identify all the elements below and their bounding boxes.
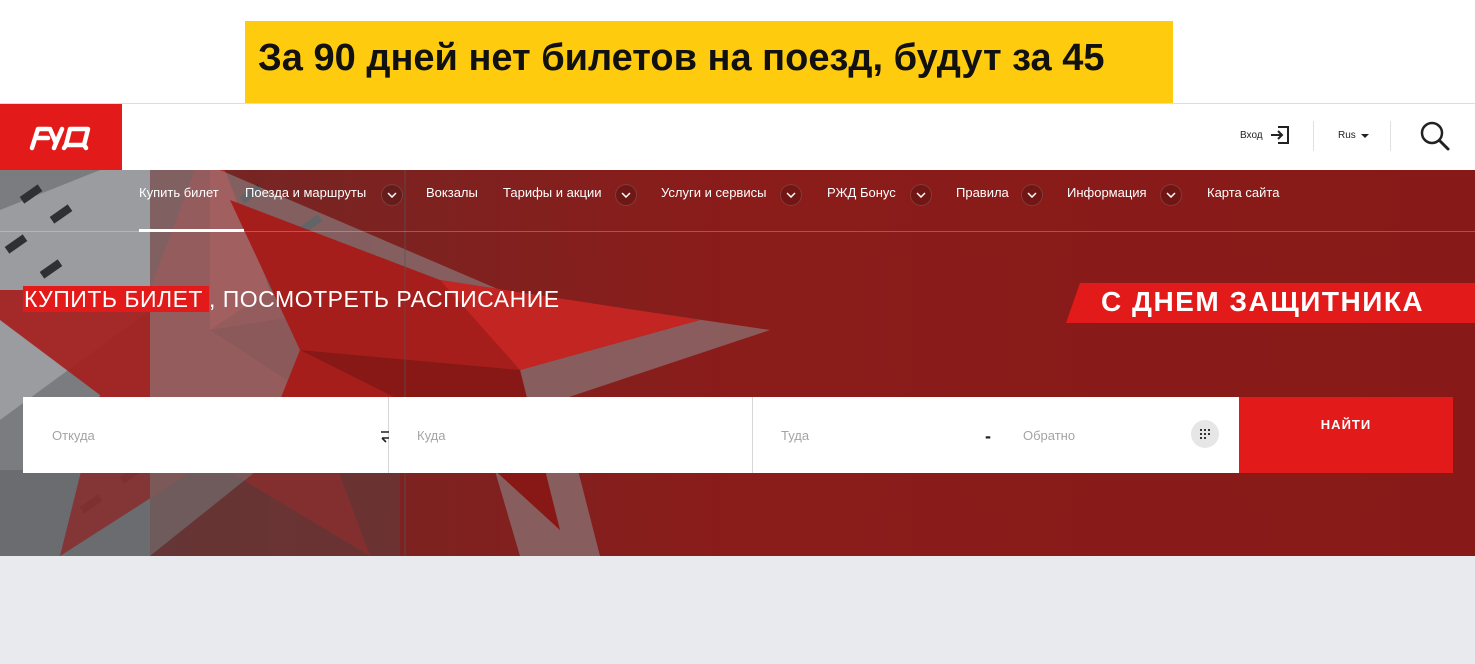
nav-item-sitemap[interactable]: Карта сайта bbox=[1207, 185, 1279, 200]
chevron-down-icon[interactable] bbox=[381, 184, 403, 206]
nav-active-indicator bbox=[139, 229, 244, 232]
rzd-logo[interactable] bbox=[0, 104, 122, 170]
nav-item-rules[interactable]: Правила bbox=[956, 185, 1009, 200]
promo-text: С ДНЕМ ЗАЩИТНИКА bbox=[1101, 286, 1425, 317]
hero-title: КУПИТЬ БИЛЕТ, ПОСМОТРЕТЬ РАСПИСАНИЕ bbox=[23, 286, 560, 313]
nav-item-info[interactable]: Информация bbox=[1067, 185, 1147, 200]
to-placeholder: Куда bbox=[417, 428, 446, 443]
chevron-down-icon[interactable] bbox=[780, 184, 802, 206]
caret-down-icon bbox=[1360, 133, 1369, 138]
nav-item-services[interactable]: Услуги и сервисы bbox=[661, 185, 766, 200]
date-there-placeholder: Туда bbox=[781, 428, 810, 443]
nav-item-stations[interactable]: Вокзалы bbox=[426, 185, 478, 200]
hero-title-highlight: КУПИТЬ БИЛЕТ bbox=[23, 286, 209, 312]
search-icon[interactable] bbox=[1419, 120, 1451, 152]
login-icon bbox=[1270, 126, 1289, 144]
nav-item-bonus[interactable]: РЖД Бонус bbox=[827, 185, 896, 200]
date-back-placeholder: Обратно bbox=[1023, 428, 1076, 443]
nav-item-buy-ticket[interactable]: Купить билет bbox=[139, 185, 219, 200]
header-divider bbox=[1313, 121, 1314, 151]
calendar-button[interactable] bbox=[1191, 420, 1219, 448]
main-nav: Купить билет Поезда и маршруты Вокзалы Т… bbox=[0, 170, 1475, 232]
from-placeholder: Откуда bbox=[52, 428, 95, 443]
to-field[interactable]: Куда bbox=[389, 397, 753, 473]
caption-area: За 90 дней нет билетов на поезд, будут з… bbox=[0, 0, 1475, 105]
nav-item-tariffs[interactable]: Тарифы и акции bbox=[503, 185, 602, 200]
calendar-grid-icon bbox=[1200, 429, 1210, 439]
chevron-down-icon[interactable] bbox=[1160, 184, 1182, 206]
dates-field[interactable]: Туда Обратно bbox=[753, 397, 1239, 473]
caption-banner: За 90 дней нет билетов на поезд, будут з… bbox=[245, 21, 1173, 105]
chevron-down-icon[interactable] bbox=[615, 184, 637, 206]
caption-text: За 90 дней нет билетов на поезд, будут з… bbox=[258, 37, 1105, 79]
find-button[interactable]: НАЙТИ bbox=[1239, 397, 1453, 473]
hero-section: Купить билет Поезда и маршруты Вокзалы Т… bbox=[0, 170, 1475, 556]
header-divider bbox=[1390, 121, 1391, 151]
login-label: Вход bbox=[1240, 129, 1263, 141]
page-body-background bbox=[0, 556, 1475, 664]
language-select[interactable]: Rus bbox=[1338, 130, 1369, 141]
ticket-search-form: Откуда Куда Туда Обратно - НАЙТИ bbox=[23, 397, 1453, 473]
hero-title-rest: , ПОСМОТРЕТЬ РАСПИСАНИЕ bbox=[208, 286, 560, 312]
nav-item-trains-routes[interactable]: Поезда и маршруты bbox=[245, 185, 366, 200]
site-header: Вход Rus bbox=[0, 103, 1475, 170]
language-label: Rus bbox=[1338, 130, 1356, 141]
chevron-down-icon[interactable] bbox=[1021, 184, 1043, 206]
rzd-logo-icon bbox=[29, 126, 91, 151]
date-separator: - bbox=[985, 426, 991, 446]
login-button[interactable]: Вход bbox=[1240, 124, 1291, 146]
chevron-down-icon[interactable] bbox=[910, 184, 932, 206]
from-field[interactable]: Откуда bbox=[23, 397, 395, 473]
